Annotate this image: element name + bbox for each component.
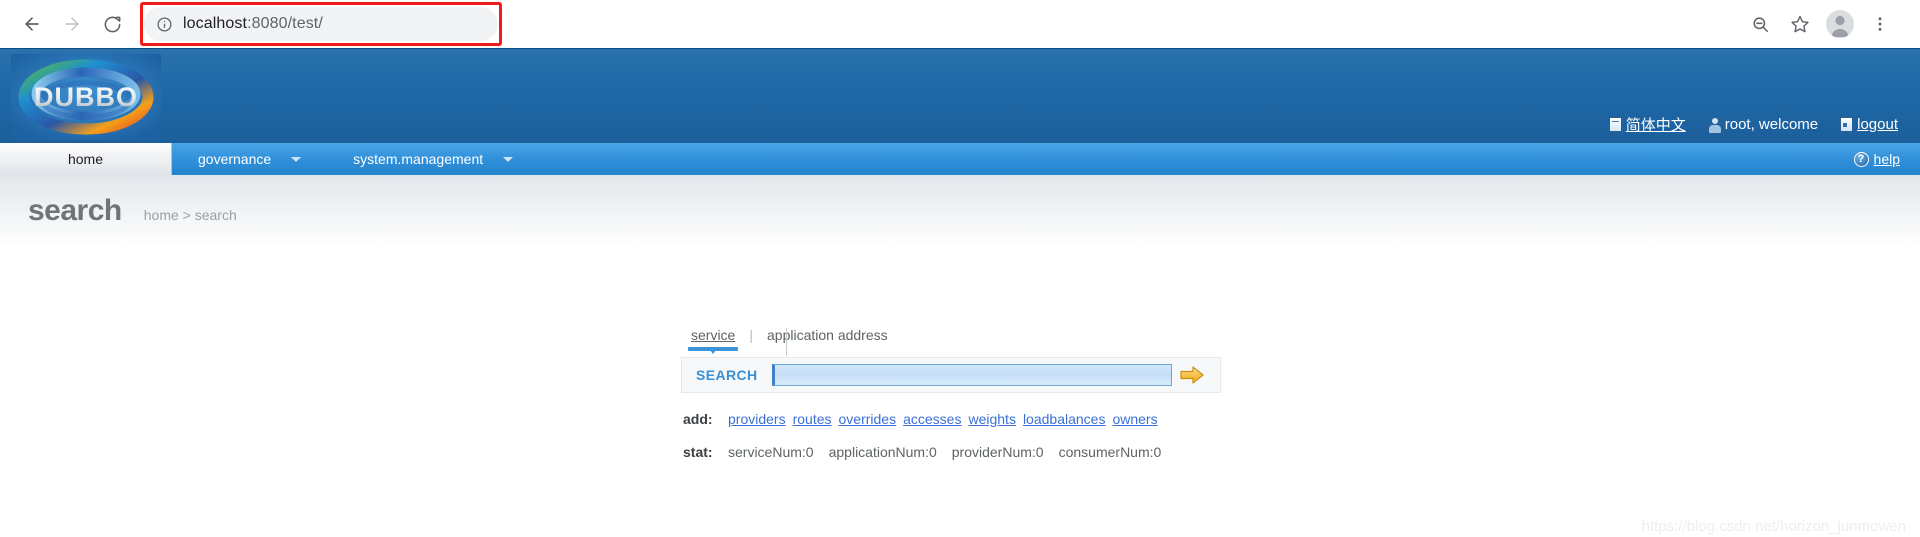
help-label: help: [1873, 151, 1900, 167]
address-bar-region: localhost:8080/test/: [140, 2, 502, 46]
forward-arrow-icon[interactable]: [54, 6, 90, 42]
stat-consumer-num: consumerNum:0: [1058, 444, 1162, 460]
main-navigation: home governance system.management ? help: [0, 143, 1920, 175]
stat-service-num: serviceNum:0: [728, 444, 814, 460]
main-content: service | application address SEARCH add…: [0, 247, 1920, 537]
add-link-overrides[interactable]: overrides: [839, 411, 897, 427]
tab-separator: |: [749, 327, 753, 343]
stat-row-key: stat:: [683, 444, 713, 460]
nav-tab-governance-label: governance: [198, 151, 272, 167]
language-link[interactable]: 简体中文: [1608, 114, 1686, 135]
svg-text:DUBBO: DUBBO: [34, 82, 138, 112]
nav-tab-home-label: home: [67, 151, 104, 167]
breadcrumb: home > search: [143, 207, 237, 223]
header-links: 简体中文 root, welcome logout: [1608, 114, 1898, 135]
dubbo-logo[interactable]: DUBBO: [8, 53, 163, 141]
user-greeting: root, welcome: [1708, 116, 1819, 134]
stat-application-num: applicationNum:0: [828, 444, 937, 460]
stat-row: stat: serviceNum:0 applicationNum:0 prov…: [681, 444, 1221, 460]
three-dot-menu-icon[interactable]: [1860, 4, 1900, 44]
url-text: localhost:8080/test/: [183, 15, 323, 33]
toolbar-right-icons: [1740, 4, 1906, 44]
search-bar: SEARCH: [681, 357, 1221, 393]
chevron-down-icon: [503, 156, 514, 162]
watermark: https://blog.csdn.net/horizon_junmowen: [1641, 518, 1906, 535]
back-arrow-icon[interactable]: [14, 6, 50, 42]
stat-provider-num: providerNum:0: [951, 444, 1044, 460]
language-label: 简体中文: [1625, 117, 1686, 134]
reload-icon[interactable]: [94, 6, 130, 42]
nav-tab-system-management-label: system.management: [353, 151, 484, 167]
zoom-out-icon[interactable]: [1740, 4, 1780, 44]
navigation-buttons: [14, 6, 130, 42]
search-button[interactable]: SEARCH: [696, 367, 758, 383]
person-icon: [1708, 117, 1723, 134]
door-icon: [1840, 117, 1854, 132]
nav-tab-system-management[interactable]: system.management: [327, 143, 539, 175]
add-link-accesses[interactable]: accesses: [903, 411, 961, 427]
help-link[interactable]: ? help: [1853, 143, 1900, 175]
site-header: DUBBO 简体中文 root, welcome logout: [0, 48, 1920, 143]
search-tab-service[interactable]: service: [685, 327, 741, 354]
address-bar[interactable]: localhost:8080/test/: [144, 7, 498, 41]
search-tab-service-label: service: [691, 327, 736, 343]
browser-toolbar: localhost:8080/test/: [0, 0, 1920, 48]
add-link-routes[interactable]: routes: [793, 411, 832, 427]
nav-tab-governance[interactable]: governance: [172, 143, 327, 175]
add-link-providers[interactable]: providers: [728, 411, 786, 427]
url-host: localhost: [183, 15, 248, 32]
avatar: [1826, 10, 1854, 38]
page-title: search: [28, 194, 122, 227]
logout-link[interactable]: logout: [1840, 116, 1898, 133]
url-path: :8080/test/: [247, 15, 323, 32]
search-panel: service | application address SEARCH add…: [681, 322, 1221, 460]
add-link-loadbalances[interactable]: loadbalances: [1023, 411, 1106, 427]
add-link-owners[interactable]: owners: [1112, 411, 1157, 427]
user-label: root, welcome: [1724, 116, 1819, 133]
search-input[interactable]: [771, 364, 1172, 386]
info-circle-icon[interactable]: [156, 16, 173, 33]
chevron-down-icon: [291, 156, 302, 162]
search-tabs: service | application address: [681, 322, 1221, 356]
add-links-row: add: providers routes overrides accesses…: [681, 411, 1221, 427]
page-header-strip: search home > search: [0, 175, 1920, 247]
add-link-weights[interactable]: weights: [968, 411, 1015, 427]
add-row-key: add:: [683, 411, 713, 427]
logout-label: logout: [1857, 116, 1898, 133]
avatar-icon[interactable]: [1820, 4, 1860, 44]
active-tab-pointer-icon: [710, 350, 717, 354]
document-icon: [1608, 117, 1622, 132]
question-circle-icon: ?: [1853, 151, 1869, 167]
nav-tab-home[interactable]: home: [0, 143, 172, 175]
search-tab-application-address[interactable]: application address: [761, 327, 894, 346]
star-icon[interactable]: [1780, 4, 1820, 44]
tab-divider: [786, 328, 787, 356]
arrow-right-icon[interactable]: [1172, 360, 1212, 390]
